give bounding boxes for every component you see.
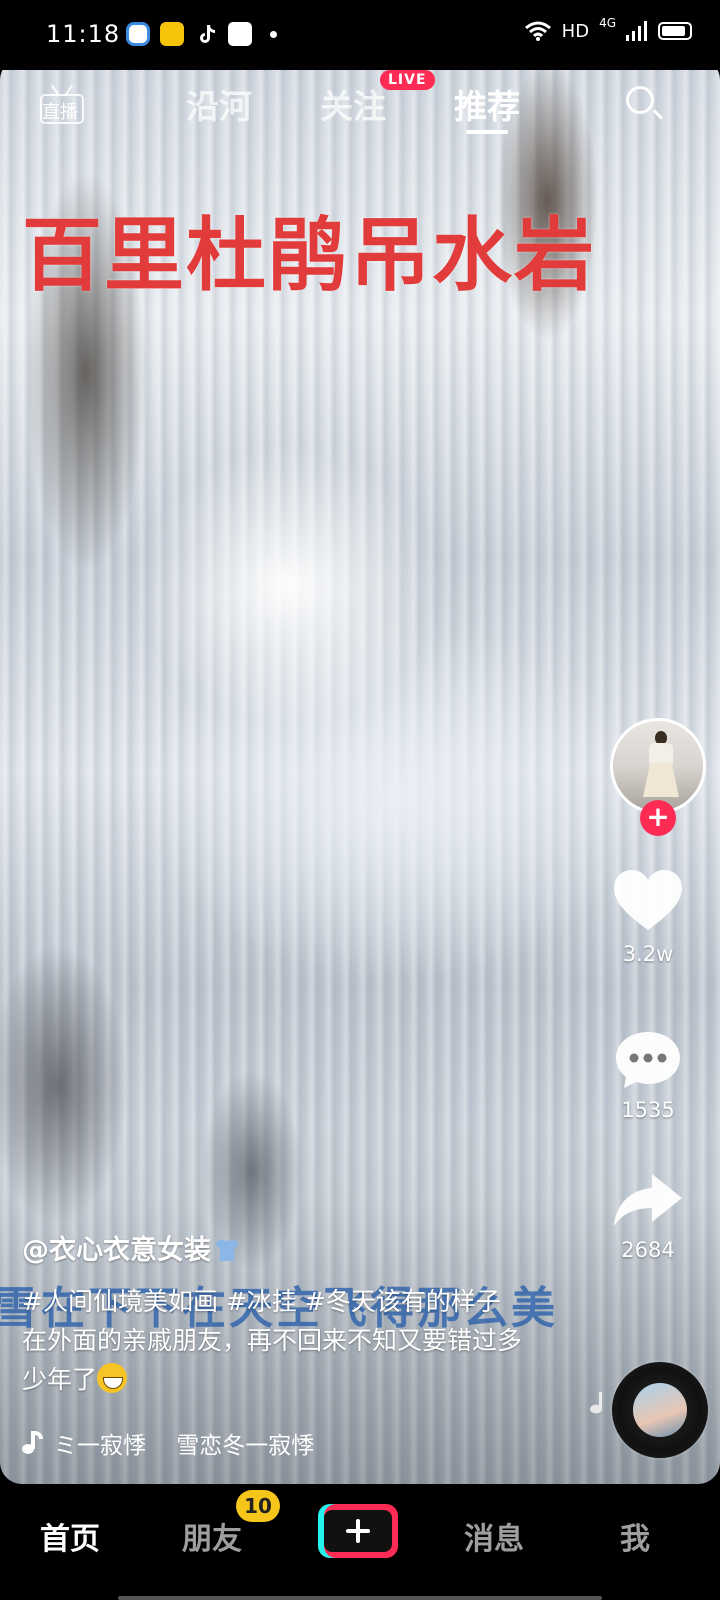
bottom-nav: 首页 朋友 10 消息 我 <box>0 1484 720 1600</box>
music-title: ミ一寂悸 雪恋冬一寂悸 <box>54 1433 315 1459</box>
heart-icon <box>614 870 682 930</box>
search-icon-handle <box>652 109 664 120</box>
signal-type: 4G <box>599 16 616 30</box>
status-right: HD 4G <box>524 16 692 42</box>
notification-dot <box>270 30 277 38</box>
app-icon-video <box>228 22 252 46</box>
network-type: HD <box>561 20 590 42</box>
shirt-icon <box>215 1239 239 1261</box>
like-button[interactable]: 3.2w <box>598 868 698 966</box>
gesture-bar <box>118 1596 602 1600</box>
author-name-text: @衣心衣意女装 <box>22 1235 211 1266</box>
app-icon-blue <box>126 22 150 46</box>
share-count: 2684 <box>621 1238 675 1262</box>
author-avatar-group: + <box>608 718 712 836</box>
status-time: 11:18 <box>46 20 121 48</box>
status-app-icons <box>126 22 277 46</box>
plus-icon-vertical <box>356 1519 360 1543</box>
top-nav: 直播 沿河 关注 LIVE 推荐 <box>0 70 720 140</box>
author-name[interactable]: @衣心衣意女装 <box>22 1228 542 1267</box>
music-note-icon <box>22 1431 44 1455</box>
status-bar: 11:18 HD 4G <box>0 0 720 70</box>
search-icon <box>626 86 654 114</box>
tab-recommended[interactable]: 推荐 <box>454 80 520 128</box>
tab-following[interactable]: 关注 <box>320 80 386 128</box>
avatar-figure-body <box>649 743 673 765</box>
video-description[interactable]: #人间仙境美如画 #冰挂 #冬天该有的样子 在外面的亲戚朋友，再不回来不知又要错… <box>22 1282 522 1399</box>
active-tab-indicator <box>466 130 508 134</box>
music-info[interactable]: ミ一寂悸 雪恋冬一寂悸 <box>22 1426 314 1460</box>
app-icon-yellow <box>160 22 184 46</box>
live-badge: LIVE <box>380 70 435 90</box>
nav-home[interactable]: 首页 <box>40 1514 100 1558</box>
create-button[interactable] <box>318 1504 398 1558</box>
comment-button[interactable]: 1535 <box>598 1030 698 1122</box>
live-entry-label: 直播 <box>42 102 78 123</box>
share-icon <box>614 1174 682 1226</box>
search-button[interactable] <box>622 82 666 126</box>
live-entry-button[interactable]: 直播 <box>40 84 86 128</box>
tiktok-icon <box>200 25 215 43</box>
battery-icon <box>658 22 692 40</box>
music-disc-button[interactable] <box>612 1362 708 1458</box>
comment-count: 1535 <box>621 1098 675 1122</box>
friends-badge: 10 <box>236 1490 280 1522</box>
battery-level <box>662 26 685 36</box>
music-cover <box>633 1383 687 1437</box>
avatar-figure-skirt <box>643 763 679 797</box>
nav-friends[interactable]: 朋友 <box>182 1514 242 1558</box>
comment-icon <box>616 1032 680 1088</box>
nav-messages[interactable]: 消息 <box>464 1514 524 1558</box>
follow-plus-button[interactable]: + <box>640 800 676 836</box>
like-count: 3.2w <box>622 942 674 966</box>
share-button[interactable]: 2684 <box>598 1170 698 1262</box>
floating-note-icon <box>590 1392 602 1414</box>
grin-emoji-icon <box>97 1363 128 1393</box>
video-title-overlay: 百里杜鹃吊水岩 <box>22 209 596 302</box>
signal-icon <box>626 21 647 41</box>
nav-me[interactable]: 我 <box>620 1514 650 1558</box>
wifi-icon <box>524 21 551 41</box>
tab-local[interactable]: 沿河 <box>186 80 252 128</box>
